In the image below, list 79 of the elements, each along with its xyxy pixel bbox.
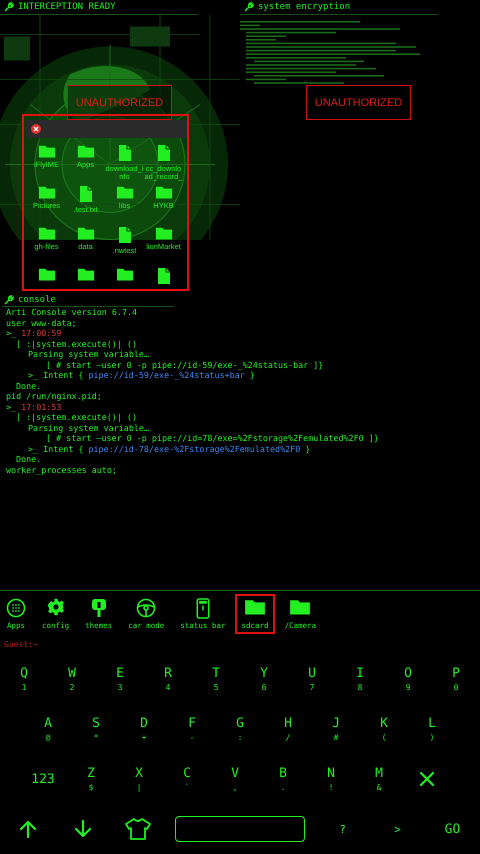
console-line: Done. bbox=[16, 380, 42, 391]
console-line: pid /run/nginx.pid; bbox=[6, 391, 102, 402]
grid-icon bbox=[6, 598, 26, 618]
folder-icon bbox=[289, 598, 312, 616]
key[interactable]: W 2 bbox=[48, 656, 96, 702]
key[interactable]: P 0 bbox=[432, 656, 480, 702]
prompt-symbol: >_ bbox=[6, 402, 16, 412]
space-key[interactable] bbox=[175, 816, 305, 842]
key[interactable]: S * bbox=[72, 706, 120, 752]
timestamp: 17:00:59 bbox=[21, 328, 62, 338]
folder-icon bbox=[116, 267, 134, 282]
console-line: [ :|system.execute()| () bbox=[16, 412, 138, 422]
up-arrow-icon bbox=[18, 820, 36, 838]
console-line: worker_processes auto; bbox=[6, 464, 117, 475]
key[interactable]: E 3 bbox=[96, 656, 144, 702]
key[interactable]: A @ bbox=[24, 706, 72, 752]
intent-label: >_ Intent { bbox=[28, 444, 84, 454]
phone-icon bbox=[196, 598, 210, 619]
console-line: user www-data; bbox=[6, 318, 77, 328]
panel-title: INTERCEPTION READY bbox=[18, 2, 116, 12]
prompt-text: Guest:~ bbox=[3, 639, 39, 651]
key[interactable]: D + bbox=[120, 706, 168, 752]
paint-roller-icon bbox=[90, 598, 107, 618]
key[interactable]: Y 6 bbox=[240, 656, 288, 702]
t-shirt-icon bbox=[124, 818, 150, 840]
key[interactable]: T 5 bbox=[192, 656, 240, 702]
key[interactable]: K ( bbox=[360, 706, 408, 752]
key[interactable]: R 4 bbox=[144, 656, 192, 702]
steering-wheel-icon bbox=[136, 598, 156, 618]
console-line: [ # start —user 0 -p pipe://id-59/exe-_%24status-bar ]} bbox=[46, 360, 324, 370]
console-line: Done. bbox=[16, 454, 42, 464]
close-icon[interactable] bbox=[31, 124, 41, 134]
file-icon bbox=[156, 267, 170, 285]
close-icon bbox=[420, 772, 434, 786]
key[interactable]: ? bbox=[315, 806, 370, 852]
console-title: console bbox=[18, 295, 56, 305]
key[interactable]: J # bbox=[312, 706, 360, 752]
key[interactable]: F - bbox=[168, 706, 216, 752]
key[interactable]: Z $ bbox=[67, 756, 115, 802]
key[interactable]: U 7 bbox=[288, 656, 336, 702]
pipe-link[interactable]: pipe://id-78/exe-%2Fstorage%2Femulated%2F0 bbox=[88, 444, 300, 454]
folder-icon bbox=[38, 267, 56, 282]
key[interactable]: X | bbox=[115, 756, 163, 802]
wrench-icon bbox=[244, 2, 254, 12]
folder-icon bbox=[76, 267, 94, 282]
warning-label: UNAUTHORIZED bbox=[306, 85, 411, 120]
key[interactable]: L ) bbox=[408, 706, 456, 752]
pipe-link[interactable]: pipe://id-59/exe-_%24status+bar bbox=[88, 370, 245, 380]
console-line: Parsing system variable… bbox=[28, 422, 150, 433]
warning-label: UNAUTHORIZED bbox=[67, 85, 172, 120]
key[interactable]: O 9 bbox=[384, 656, 432, 702]
key[interactable]: I 8 bbox=[336, 656, 384, 702]
down-arrow-icon bbox=[74, 820, 92, 838]
wrench-icon bbox=[4, 295, 14, 305]
console-line: [ # start —user 0 -p pipe://id=78/exe=%2Fstorage%2Femulated%2F0 ]} bbox=[46, 433, 379, 444]
key[interactable]: 123 bbox=[19, 756, 67, 802]
key[interactable]: > bbox=[370, 806, 425, 852]
key[interactable]: N ! bbox=[307, 756, 355, 802]
console-line: Parsing system variable… bbox=[28, 349, 150, 360]
intent-label: >_ Intent { bbox=[28, 370, 84, 380]
key[interactable]: Q 1 bbox=[0, 656, 48, 702]
key[interactable]: GO bbox=[425, 806, 480, 852]
key[interactable]: C ` bbox=[163, 756, 211, 802]
console-line: [ :|system.execute()| () bbox=[16, 338, 138, 349]
key[interactable]: H / bbox=[264, 706, 312, 752]
console-line: Arti Console version 6.7.4 bbox=[6, 307, 138, 318]
folder-icon bbox=[244, 598, 266, 616]
brace: } bbox=[305, 444, 310, 454]
key[interactable]: G : bbox=[216, 706, 264, 752]
wrench-icon bbox=[4, 2, 14, 12]
prompt-symbol: >_ bbox=[6, 328, 16, 338]
file-icon bbox=[118, 226, 132, 244]
timestamp: 17:01:53 bbox=[21, 402, 62, 412]
key[interactable]: M & bbox=[355, 756, 403, 802]
panel-title: system encryption bbox=[258, 2, 350, 12]
key[interactable]: B . bbox=[259, 756, 307, 802]
key[interactable]: V , bbox=[211, 756, 259, 802]
settings-icon bbox=[46, 598, 65, 616]
brace: } bbox=[250, 370, 255, 380]
